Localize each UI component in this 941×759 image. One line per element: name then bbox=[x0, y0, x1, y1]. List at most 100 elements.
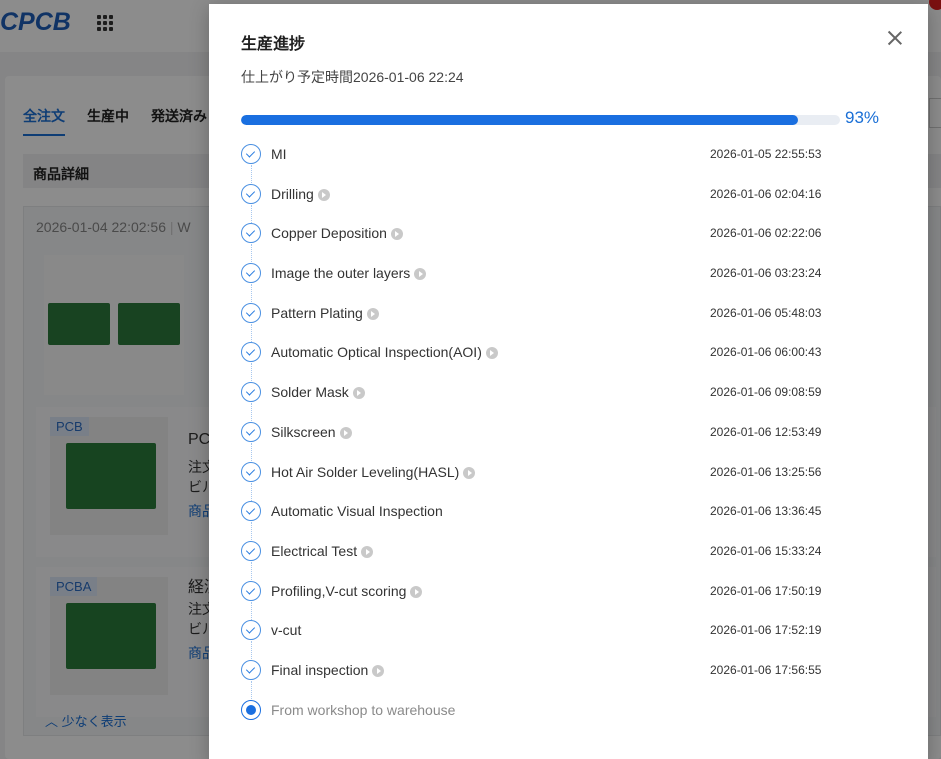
step-label: From workshop to warehouse bbox=[271, 701, 456, 718]
estimated-completion: 仕上がり予定時間2026-01-06 22:24 bbox=[241, 67, 464, 87]
check-circle-icon bbox=[241, 461, 261, 482]
step-name: Profiling,V-cut scoring bbox=[271, 582, 423, 599]
progress-bar bbox=[241, 115, 840, 125]
step-connector bbox=[251, 363, 252, 382]
production-step: Copper Deposition 2026-01-06 02:22:06 bbox=[241, 223, 901, 263]
production-step: v-cut 2026-01-06 17:52:19 bbox=[241, 620, 901, 660]
step-timestamp: 2026-01-06 17:50:19 bbox=[710, 583, 822, 598]
step-connector bbox=[251, 323, 252, 342]
step-timestamp: 2026-01-06 05:48:03 bbox=[710, 305, 822, 320]
step-timestamp: 2026-01-06 03:23:24 bbox=[710, 266, 822, 281]
play-video-icon[interactable] bbox=[463, 466, 476, 479]
step-label: Copper Deposition bbox=[271, 225, 387, 242]
step-timestamp: 2026-01-06 13:25:56 bbox=[710, 464, 822, 479]
play-video-icon[interactable] bbox=[361, 545, 374, 558]
step-connector bbox=[251, 561, 252, 580]
check-circle-icon bbox=[241, 540, 261, 561]
step-connector bbox=[251, 482, 252, 501]
step-name: Image the outer layers bbox=[271, 265, 427, 282]
check-circle-icon bbox=[241, 302, 261, 323]
check-circle-icon bbox=[241, 421, 261, 442]
step-name: Automatic Optical Inspection(AOI) bbox=[271, 344, 498, 360]
step-label: Drilling bbox=[271, 185, 314, 202]
eta-label: 仕上がり予定時間 bbox=[241, 69, 353, 85]
play-video-icon[interactable] bbox=[485, 347, 498, 360]
production-step: Hot Air Solder Leveling(HASL) 2026-01-06 … bbox=[241, 461, 901, 502]
production-step: Electrical Test 2026-01-06 15:33:24 bbox=[241, 540, 901, 581]
step-label: Automatic Visual Inspection bbox=[271, 503, 443, 520]
check-circle-icon bbox=[241, 501, 261, 522]
step-name: Hot Air Solder Leveling(HASL) bbox=[271, 463, 476, 480]
production-step: MI 2026-01-05 22:55:53 bbox=[241, 144, 901, 184]
step-connector bbox=[251, 244, 252, 263]
step-timestamp: 2026-01-06 02:04:16 bbox=[710, 186, 822, 201]
step-label: MI bbox=[271, 146, 287, 162]
step-name: From workshop to warehouse bbox=[271, 702, 455, 718]
step-label: Solder Mask bbox=[271, 384, 349, 401]
step-name: Final inspection bbox=[271, 661, 385, 678]
step-name: v-cut bbox=[271, 622, 301, 638]
step-name: Drilling bbox=[271, 186, 330, 202]
step-name: Solder Mask bbox=[271, 384, 365, 400]
check-circle-icon bbox=[241, 183, 261, 204]
check-circle-icon bbox=[241, 382, 261, 403]
step-label: Silkscreen bbox=[271, 423, 336, 440]
production-step: Final inspection 2026-01-06 17:56:55 bbox=[241, 659, 901, 700]
step-label: Electrical Test bbox=[271, 542, 358, 559]
step-connector bbox=[251, 204, 252, 223]
step-name: Pattern Plating bbox=[271, 305, 379, 321]
check-circle-icon bbox=[241, 659, 261, 680]
step-label: Final inspection bbox=[271, 661, 369, 678]
step-label: v-cut bbox=[271, 622, 302, 639]
current-step-icon bbox=[241, 699, 261, 720]
check-circle-icon bbox=[241, 580, 261, 601]
close-icon[interactable] bbox=[885, 28, 905, 48]
check-circle-icon bbox=[241, 144, 261, 164]
play-video-icon[interactable] bbox=[339, 426, 352, 439]
production-step: Automatic Optical Inspection(AOI) 2026-01… bbox=[241, 342, 901, 382]
dialog-title: 生産進捗 bbox=[241, 36, 306, 53]
step-label: Image the outer layers bbox=[271, 265, 411, 282]
production-step: Profiling,V-cut scoring 2026-01-06 17:50:… bbox=[241, 580, 901, 621]
progress-percent: 93% bbox=[845, 108, 880, 127]
play-video-icon[interactable] bbox=[414, 268, 427, 281]
production-step: Pattern Plating 2026-01-06 05:48:03 bbox=[241, 302, 901, 343]
eta-value: 2026-01-06 22:24 bbox=[353, 69, 464, 85]
step-label: Automatic Optical Inspection(AOI) bbox=[271, 344, 482, 361]
step-connector bbox=[251, 442, 252, 461]
play-video-icon[interactable] bbox=[372, 664, 385, 677]
step-name: Automatic Visual Inspection bbox=[271, 503, 443, 519]
check-circle-icon bbox=[241, 620, 261, 641]
step-label: Profiling,V-cut scoring bbox=[271, 582, 407, 599]
play-video-icon[interactable] bbox=[366, 307, 379, 320]
step-label: Hot Air Solder Leveling(HASL) bbox=[271, 463, 460, 480]
production-step: Silkscreen 2026-01-06 12:53:49 bbox=[241, 421, 901, 462]
step-timestamp: 2026-01-06 13:36:45 bbox=[710, 504, 822, 519]
step-timestamp: 2026-01-05 22:55:53 bbox=[710, 147, 822, 161]
production-step: Solder Mask 2026-01-06 09:08:59 bbox=[241, 382, 901, 422]
step-connector bbox=[251, 641, 252, 660]
check-circle-icon bbox=[241, 342, 261, 363]
step-timestamp: 2026-01-06 17:56:55 bbox=[710, 662, 822, 677]
step-connector bbox=[251, 601, 252, 620]
play-video-icon[interactable] bbox=[390, 228, 403, 241]
production-step: From workshop to warehouse bbox=[241, 699, 901, 740]
step-name: Silkscreen bbox=[271, 424, 352, 440]
step-timestamp: 2026-01-06 09:08:59 bbox=[710, 385, 822, 400]
production-step: Image the outer layers 2026-01-06 03:23:2… bbox=[241, 263, 901, 303]
production-step: Drilling 2026-01-06 02:04:16 bbox=[241, 183, 901, 224]
step-connector bbox=[251, 403, 252, 422]
step-name: MI bbox=[271, 146, 287, 162]
step-timestamp: 2026-01-06 15:33:24 bbox=[710, 543, 822, 558]
step-timestamp: 2026-01-06 06:00:43 bbox=[710, 345, 822, 360]
play-video-icon[interactable] bbox=[317, 188, 330, 201]
step-timestamp: 2026-01-06 02:22:06 bbox=[710, 226, 822, 241]
step-connector bbox=[251, 165, 252, 183]
play-video-icon[interactable] bbox=[410, 585, 423, 598]
production-progress-dialog: 生産進捗 仕上がり予定時間2026-01-06 22:24 93% MI 2026… bbox=[209, 4, 928, 759]
step-timestamp: 2026-01-06 12:53:49 bbox=[710, 424, 822, 439]
step-connector bbox=[251, 522, 252, 541]
progress-bar-fill bbox=[241, 115, 799, 125]
step-name: Copper Deposition bbox=[271, 225, 403, 241]
play-video-icon[interactable] bbox=[352, 387, 365, 400]
